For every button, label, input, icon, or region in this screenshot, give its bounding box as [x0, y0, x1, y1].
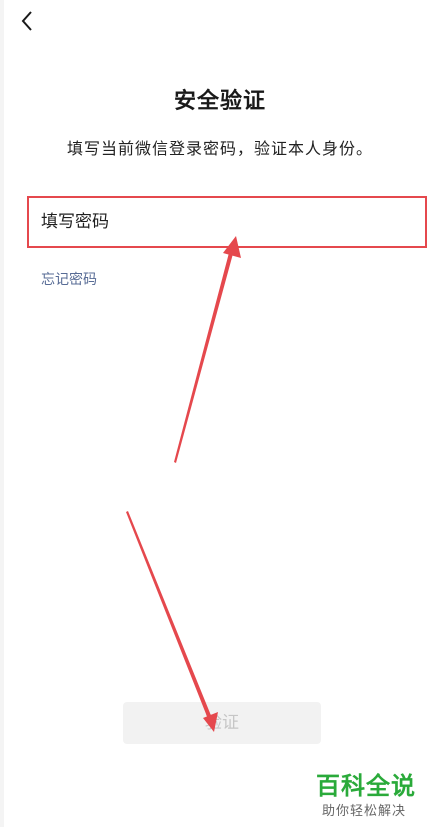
arrow-down-shaft: [126, 511, 212, 719]
forgot-password-link[interactable]: 忘记密码: [41, 269, 97, 289]
page-subtitle: 填写当前微信登录密码，验证本人身份。: [66, 139, 373, 158]
left-edge-divider: [0, 0, 4, 827]
password-input[interactable]: [41, 198, 411, 246]
chevron-left-icon: [21, 11, 32, 31]
watermark-title: 百科全说: [316, 772, 416, 800]
arrow-up-shaft: [174, 249, 234, 463]
watermark-subtitle: 助你轻松解决: [322, 804, 407, 819]
page-title: 安全验证: [173, 89, 266, 114]
verify-button[interactable]: 验证: [123, 702, 321, 744]
password-field-highlight: [27, 196, 427, 248]
back-button[interactable]: [16, 6, 40, 36]
